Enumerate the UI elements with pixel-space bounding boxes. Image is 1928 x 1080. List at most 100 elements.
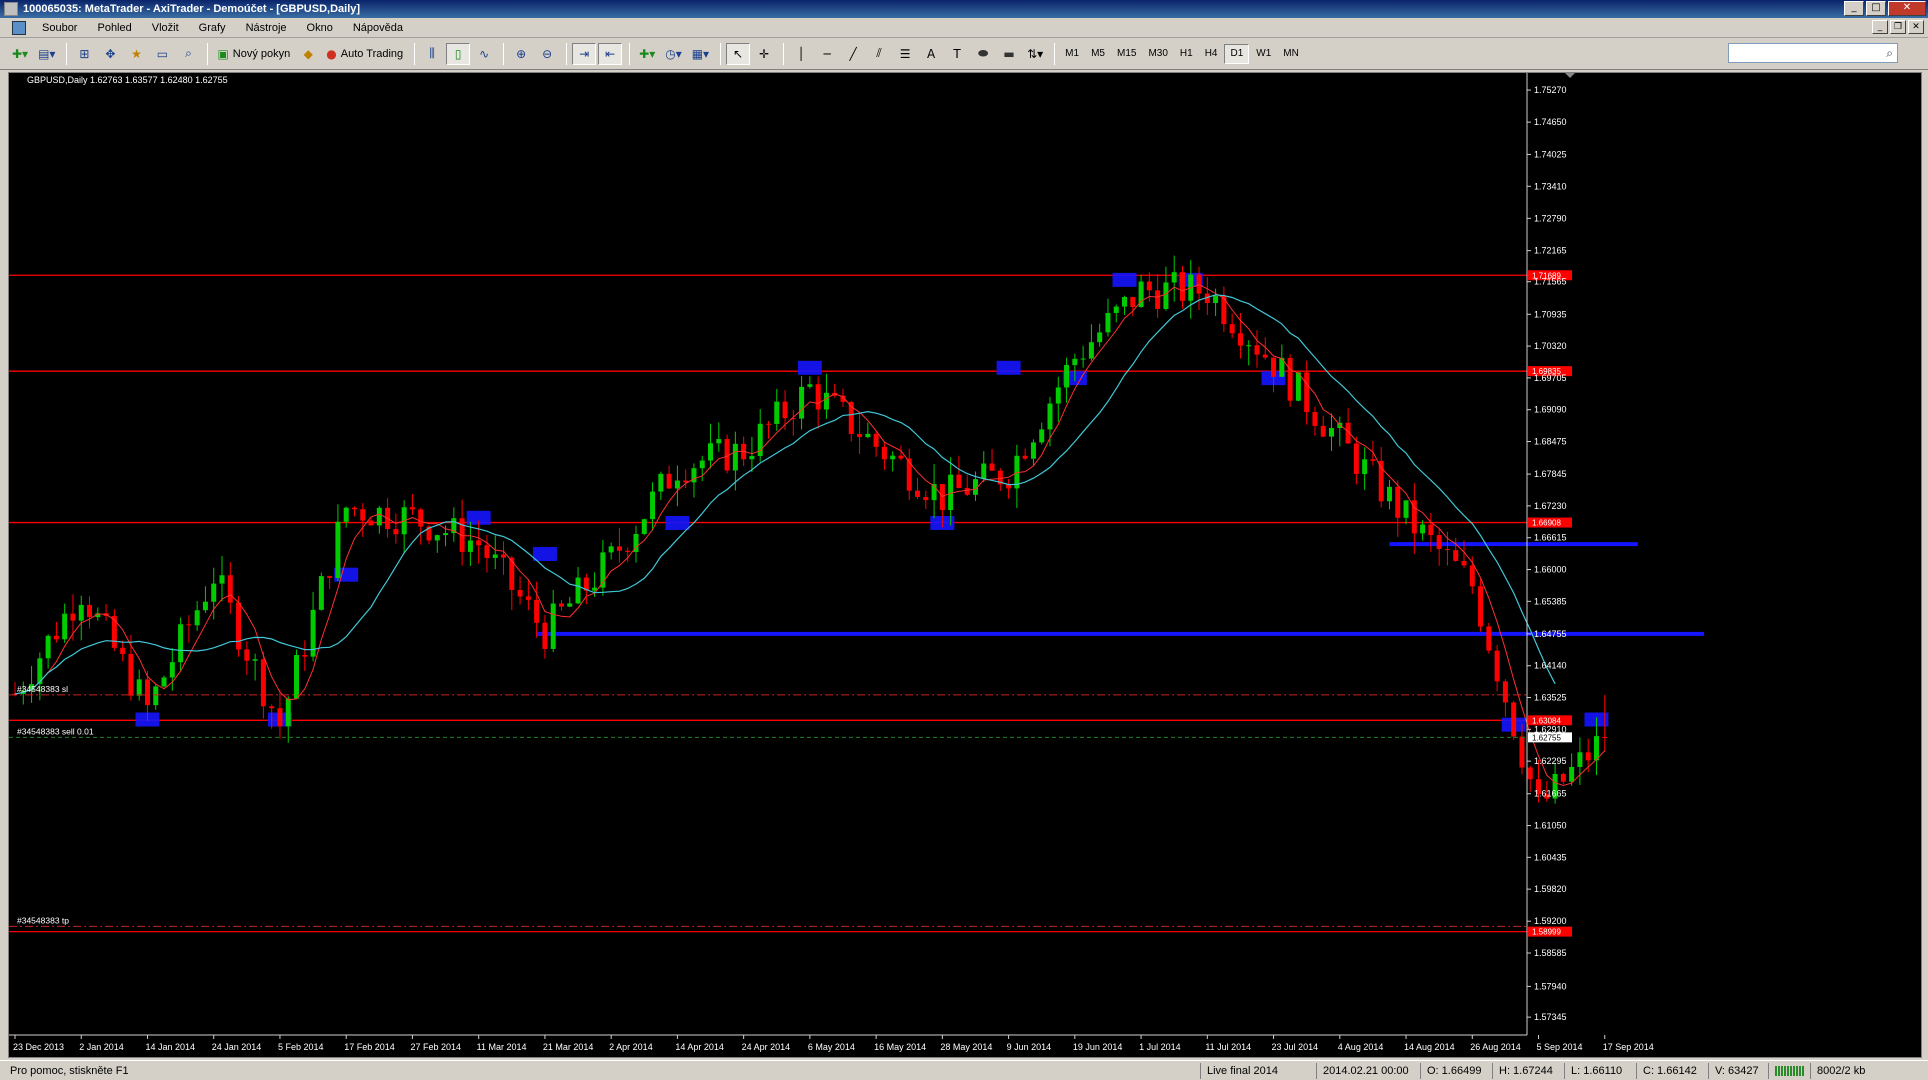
candle-body[interactable]: [964, 487, 970, 495]
trendline-icon[interactable]: ╱: [841, 43, 865, 65]
candle-body[interactable]: [153, 686, 159, 706]
candle-body[interactable]: [1370, 459, 1376, 461]
candle-body[interactable]: [1486, 626, 1492, 651]
candle-body[interactable]: [1502, 681, 1508, 703]
candle-body[interactable]: [302, 655, 308, 657]
candle-body[interactable]: [1527, 767, 1533, 780]
candle-body[interactable]: [1511, 702, 1517, 737]
candle-body[interactable]: [111, 615, 117, 648]
chart-close-button[interactable]: ✕: [1908, 20, 1924, 34]
navigator-icon[interactable]: ★: [124, 43, 148, 65]
candle-body[interactable]: [87, 604, 93, 618]
candle-body[interactable]: [1395, 486, 1401, 518]
zone-marker[interactable]: [1112, 272, 1137, 287]
candle-body[interactable]: [186, 624, 192, 626]
candle-body[interactable]: [1577, 752, 1583, 767]
candle-body[interactable]: [227, 575, 233, 603]
candle-body[interactable]: [1320, 425, 1326, 437]
candle-body[interactable]: [484, 545, 490, 558]
candle-body[interactable]: [285, 698, 291, 727]
candle-body[interactable]: [1163, 282, 1169, 309]
candle-body[interactable]: [708, 443, 714, 461]
candle-body[interactable]: [542, 622, 548, 649]
horizontal-line-icon[interactable]: ─: [815, 43, 839, 65]
equidistant-channel-icon[interactable]: ⫽: [867, 43, 891, 65]
candle-body[interactable]: [1295, 372, 1301, 401]
candle-body[interactable]: [1262, 354, 1268, 358]
candle-body[interactable]: [1097, 332, 1103, 343]
candle-body[interactable]: [393, 529, 399, 535]
candle-body[interactable]: [1237, 333, 1243, 346]
candle-body[interactable]: [1304, 372, 1310, 413]
candle-body[interactable]: [1403, 500, 1409, 518]
search-icon[interactable]: ⌕: [1886, 46, 1893, 61]
candle-body[interactable]: [650, 491, 656, 520]
timeframe-d1[interactable]: D1: [1224, 43, 1250, 64]
candle-body[interactable]: [1122, 297, 1128, 307]
new-chart-icon[interactable]: ✚▾: [8, 43, 32, 65]
candle-body[interactable]: [881, 446, 887, 460]
timeframe-mn[interactable]: MN: [1278, 44, 1304, 64]
candle-body[interactable]: [1022, 455, 1028, 459]
candle-body[interactable]: [1130, 297, 1136, 308]
candle-body[interactable]: [144, 679, 150, 706]
candle-body[interactable]: [857, 433, 863, 438]
bar-chart-icon[interactable]: ⫼: [420, 43, 444, 65]
candlestick-chart-icon[interactable]: ▯: [446, 42, 471, 65]
meta-editor-icon[interactable]: ◆: [296, 43, 320, 65]
candle-body[interactable]: [525, 596, 531, 600]
timeframe-m15[interactable]: M15: [1112, 44, 1141, 64]
candle-body[interactable]: [716, 439, 722, 444]
indicators-icon[interactable]: ✚▾: [635, 43, 659, 65]
candle-body[interactable]: [1030, 442, 1036, 459]
chart-shift-icon[interactable]: ⇤: [598, 42, 623, 65]
candle-body[interactable]: [989, 463, 995, 471]
candle-body[interactable]: [1329, 428, 1335, 437]
text-icon[interactable]: A: [919, 43, 943, 65]
candle-body[interactable]: [1312, 412, 1318, 426]
candle-body[interactable]: [558, 603, 564, 607]
search-input[interactable]: [1729, 45, 1887, 61]
candle-body[interactable]: [1478, 586, 1484, 627]
candle-body[interactable]: [327, 576, 333, 578]
candle-body[interactable]: [252, 659, 258, 661]
menu-okno[interactable]: Okno: [299, 22, 345, 34]
new-order-button[interactable]: ▣ Nový pokyn: [213, 43, 294, 65]
candle-body[interactable]: [1602, 736, 1608, 738]
candle-body[interactable]: [1155, 290, 1161, 309]
candle-body[interactable]: [294, 655, 300, 699]
candle-body[interactable]: [78, 604, 84, 621]
candle-body[interactable]: [161, 677, 167, 687]
candle-body[interactable]: [608, 546, 614, 553]
candle-body[interactable]: [467, 540, 473, 552]
timeframe-m1[interactable]: M1: [1060, 44, 1084, 64]
candle-body[interactable]: [62, 613, 68, 640]
candle-body[interactable]: [1105, 312, 1111, 333]
candle-body[interactable]: [476, 540, 482, 546]
line-chart-icon[interactable]: ∿: [472, 43, 496, 65]
timeframe-m5[interactable]: M5: [1086, 44, 1110, 64]
maximize-button[interactable]: □: [1866, 1, 1886, 16]
candle-body[interactable]: [749, 456, 755, 460]
candle-body[interactable]: [202, 601, 208, 611]
candle-body[interactable]: [194, 610, 200, 626]
candle-body[interactable]: [625, 550, 631, 552]
candle-body[interactable]: [1113, 306, 1119, 313]
close-button[interactable]: ✕: [1888, 1, 1926, 16]
menu-pohled[interactable]: Pohled: [89, 22, 143, 34]
candle-body[interactable]: [492, 554, 498, 558]
zone-marker[interactable]: [532, 547, 557, 561]
candle-body[interactable]: [550, 603, 556, 649]
candle-body[interactable]: [823, 392, 829, 410]
candle-body[interactable]: [501, 554, 507, 558]
candle-body[interactable]: [335, 521, 341, 578]
candle-body[interactable]: [873, 433, 879, 447]
candle-body[interactable]: [517, 589, 523, 597]
candle-body[interactable]: [1362, 459, 1368, 474]
arrows-icon[interactable]: ⇅▾: [1023, 43, 1047, 65]
candle-body[interactable]: [53, 635, 59, 640]
candle-body[interactable]: [674, 480, 680, 489]
price-chart[interactable]: 1.716891.698351.669081.630841.58999 #345…: [9, 73, 1923, 1059]
candle-body[interactable]: [1469, 565, 1475, 587]
candle-body[interactable]: [906, 458, 912, 491]
